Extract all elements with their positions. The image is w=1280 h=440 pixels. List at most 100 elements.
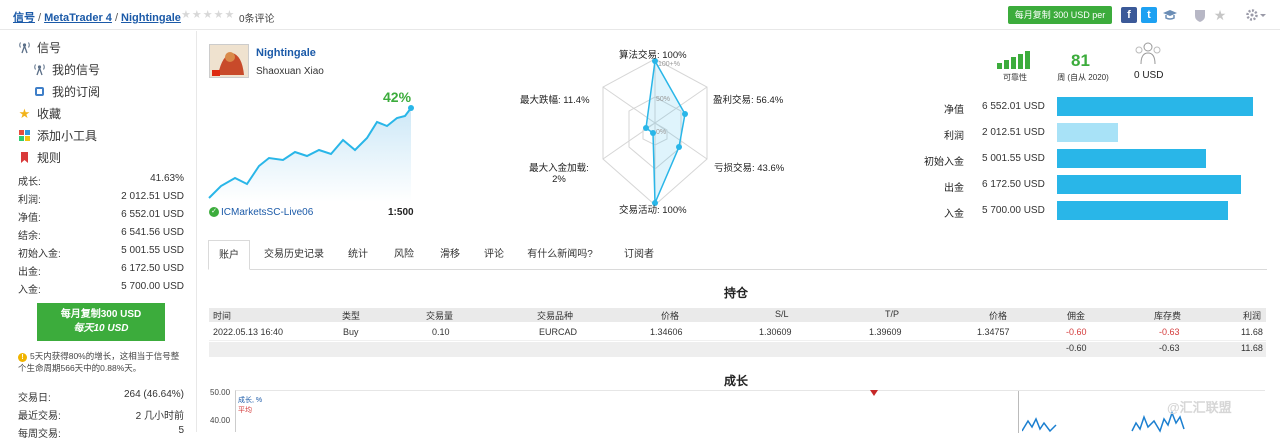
provider-name[interactable]: Nightingale <box>256 47 316 59</box>
sidebar-item-label: 我的信号 <box>52 63 101 77</box>
leverage: 1:500 <box>388 207 414 218</box>
breadcrumb-signals[interactable]: 信号 <box>13 12 35 24</box>
bar-fill <box>1057 149 1206 168</box>
bar-fill <box>1057 123 1118 142</box>
positions-totals: -0.60 -0.63 11.68 <box>209 342 1266 357</box>
widgets-icon <box>18 129 31 142</box>
settings-gear-icon[interactable] <box>1245 7 1269 23</box>
top-bar: 信号 / MetaTrader 4/Nightingale ★★★★★ 0条评论 每… <box>0 0 1280 30</box>
watermark: @汇汇联盟 <box>1167 400 1232 415</box>
favorite-star-icon[interactable]: ★ <box>1212 7 1228 23</box>
stat-deposits: 入金: 5 700.00 USD <box>18 281 184 296</box>
bar-value: 6 172.50 USD <box>982 179 1045 190</box>
tab-news[interactable]: 有什么新闻吗? <box>520 240 600 270</box>
growth-note: ! 5天内获得80%的增长，这相当于信号整个生命周期566天中的0.88%天。 <box>18 351 180 373</box>
antenna-icon <box>33 63 46 76</box>
subscription-icon <box>33 85 46 98</box>
bar-value: 5 700.00 USD <box>982 205 1045 216</box>
stat-latest-trade: 最近交易: 2 几小时前 <box>18 411 184 422</box>
bar-label: 入金 <box>944 209 964 220</box>
table-row[interactable]: 2022.05.13 16:40 Buy 0.10 EURCAD 1.34606… <box>209 324 1266 341</box>
antenna-icon <box>18 41 31 54</box>
tab-risk[interactable]: 风险 <box>384 240 424 270</box>
marker-icon <box>870 390 878 396</box>
bar-label: 净值 <box>944 105 964 116</box>
stat-profit: 利润: 2 012.51 USD <box>18 191 184 206</box>
breadcrumb-signal-name[interactable]: Nightingale <box>121 12 181 24</box>
tab-statistics[interactable]: 统计 <box>340 240 376 270</box>
bar-label: 利润 <box>944 131 964 142</box>
positions-header: 时间 类型 交易量 交易品种 价格 S/L T/P 价格 佣金 库存费 利润 <box>209 308 1266 322</box>
growth-chart-title: 成长 <box>724 374 749 388</box>
reviews-count[interactable]: 0条评论 <box>239 10 275 25</box>
stat-equity: 净值: 6 552.01 USD <box>18 209 184 224</box>
y-tick-label: 50.00 <box>210 388 231 397</box>
sidebar-item-label: 信号 <box>37 41 62 55</box>
provider-avatar[interactable] <box>209 44 249 78</box>
positions-title: 持仓 <box>724 286 749 300</box>
bar-value: 6 552.01 USD <box>982 101 1045 112</box>
stat-withdrawals: 出金: 6 172.50 USD <box>18 263 184 278</box>
subscribe-button[interactable]: 每月复制300 USD 每天10 USD <box>37 303 165 341</box>
y-tick-label: 40.00 <box>210 416 231 425</box>
bar-label: 初始入金 <box>924 157 964 168</box>
star-icon: ★ <box>18 106 31 121</box>
copy-monthly-button[interactable]: 每月复制 300 USD per <box>1008 6 1112 24</box>
svg-text:100+%: 100+% <box>658 61 680 68</box>
breadcrumb-platform[interactable]: MetaTrader 4 <box>44 12 112 24</box>
graduation-cap-icon[interactable] <box>1162 7 1178 23</box>
tab-account[interactable]: 账户 <box>208 240 250 270</box>
subscribers-icon <box>1135 42 1161 65</box>
shield-icon[interactable] <box>1192 7 1208 23</box>
stat-balance: 结余: 6 541.56 USD <box>18 227 184 242</box>
bookmark-icon <box>18 151 31 164</box>
tab-reviews[interactable]: 评论 <box>476 240 512 270</box>
radar-max-deposit-load: 最大入金加载: 2% <box>529 163 589 185</box>
stat-trades-per-week: 每周交易: 5 <box>18 425 184 440</box>
radar-algo-trading: 算法交易: 100% <box>619 50 687 61</box>
radar-trading-activity: 交易活动: 100% <box>619 205 687 216</box>
tab-trade-history[interactable]: 交易历史记录 <box>256 240 332 270</box>
bar-label: 出金 <box>944 183 964 194</box>
sidebar-item-signals[interactable]: 信号 <box>18 39 61 56</box>
reliability-label: 可靠性 <box>1003 73 1027 82</box>
weeks-value: 81 <box>1071 51 1090 70</box>
stat-initial-deposit: 初始入金: 5 001.55 USD <box>18 245 184 260</box>
sidebar-item-rules[interactable]: 规则 <box>18 149 61 166</box>
radar-profit-trades: 盈利交易: 56.4% <box>713 95 784 106</box>
stat-growth: 成长: 41.63% <box>18 173 184 188</box>
tab-slippage[interactable]: 滑移 <box>432 240 468 270</box>
growth-chart: 成长, % 平均 <box>235 390 1265 433</box>
sidebar: 信号 我的信号 我的订阅 ★ 收藏 添加小工具 规则 成长: 41.63% 利润:… <box>0 31 195 440</box>
sidebar-item-label: 添加小工具 <box>37 129 98 143</box>
info-icon: ! <box>18 353 27 362</box>
rating-stars[interactable]: ★★★★★ <box>181 8 235 21</box>
sidebar-item-widgets[interactable]: 添加小工具 <box>18 127 97 144</box>
twitter-icon[interactable]: t <box>1141 7 1157 23</box>
bar-fill <box>1057 201 1228 220</box>
bar-fill <box>1057 97 1253 116</box>
legend-growth: 成长, % <box>238 397 263 404</box>
breadcrumb: 信号 / MetaTrader 4/Nightingale <box>13 12 181 24</box>
stat-trading-days: 交易日: 264 (46.64%) <box>18 389 184 404</box>
sidebar-item-label: 我的订阅 <box>52 85 101 99</box>
growth-sparkline <box>208 105 414 202</box>
broker-server[interactable]: ICMarketsSC-Live06 <box>221 207 313 218</box>
tab-subscribers[interactable]: 订阅者 <box>612 240 666 270</box>
provider-author[interactable]: Shaoxuan Xiao <box>256 66 324 77</box>
bar-value: 5 001.55 USD <box>982 153 1045 164</box>
tab-bar: 账户 交易历史记录 统计 风险 滑移 评论 有什么新闻吗? 订阅者 <box>208 240 1267 270</box>
weeks-label: 周 (自从 2020) <box>1057 73 1109 82</box>
sidebar-item-favorites[interactable]: ★ 收藏 <box>18 105 61 122</box>
radar-loss-trades: 亏损交易: 43.6% <box>714 163 785 174</box>
bar-value: 2 012.51 USD <box>982 127 1045 138</box>
verified-check-icon: ✓ <box>209 207 219 217</box>
facebook-icon[interactable]: f <box>1121 7 1137 23</box>
reliability-bars-icon <box>997 51 1030 69</box>
svg-text:50%: 50% <box>656 96 670 103</box>
sidebar-item-my-subscriptions[interactable]: 我的订阅 <box>33 83 100 100</box>
sidebar-item-my-signals[interactable]: 我的信号 <box>33 61 100 78</box>
bar-fill <box>1057 175 1241 194</box>
legend-average: 平均 <box>238 407 252 414</box>
radar-max-drawdown: 最大跌幅: 11.4% <box>520 95 590 106</box>
